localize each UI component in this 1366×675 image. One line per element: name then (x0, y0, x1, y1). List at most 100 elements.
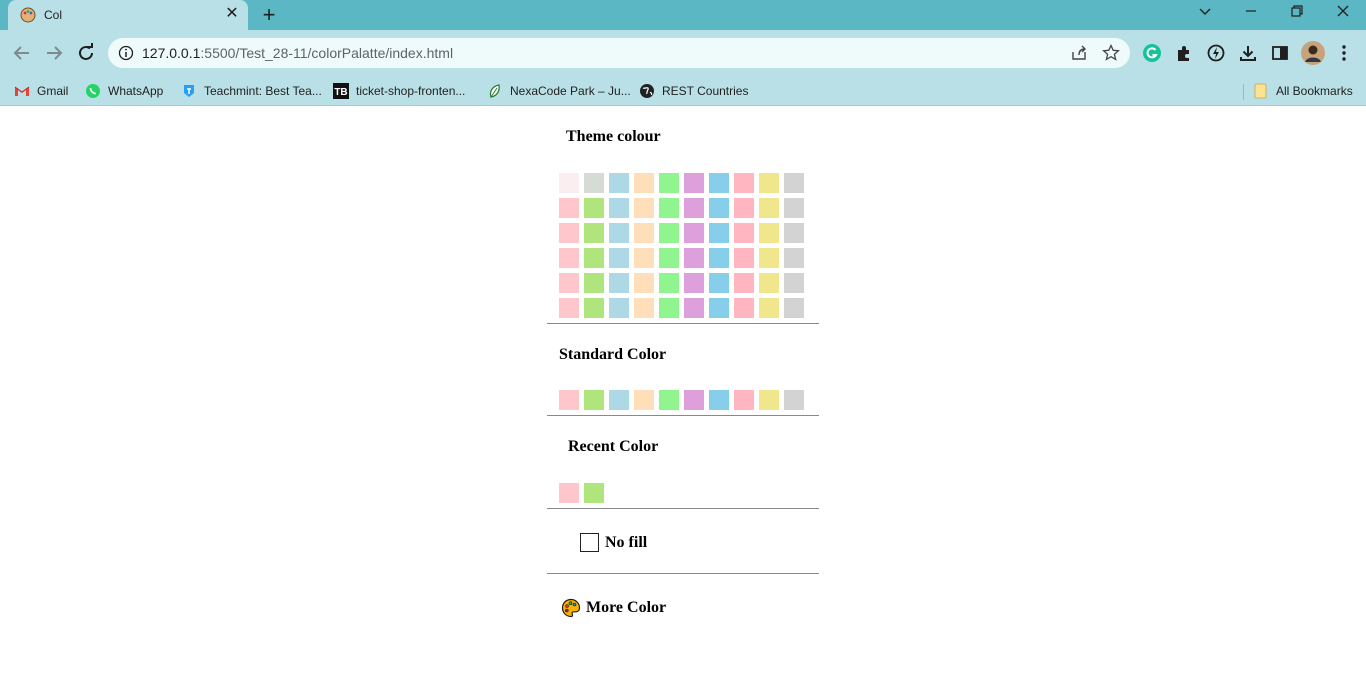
theme-color-swatch[interactable] (709, 298, 729, 318)
bookmark-nexacode[interactable]: NexaCode Park – Ju... (487, 81, 631, 101)
profile-avatar-icon[interactable] (1301, 41, 1325, 65)
theme-color-swatch[interactable] (584, 273, 604, 293)
url-text[interactable]: 127.0.0.1:5500/Test_28-11/colorPalatte/i… (142, 45, 453, 61)
extension-bolt-icon[interactable] (1206, 43, 1226, 63)
standard-color-swatch[interactable] (584, 390, 604, 410)
recent-color-swatch[interactable] (559, 483, 579, 503)
recent-color-swatch[interactable] (584, 483, 604, 503)
theme-color-swatch[interactable] (784, 273, 804, 293)
theme-color-swatch[interactable] (659, 248, 679, 268)
standard-color-swatch[interactable] (759, 390, 779, 410)
theme-color-swatch[interactable] (684, 273, 704, 293)
theme-color-swatch[interactable] (559, 173, 579, 193)
theme-color-swatch[interactable] (709, 223, 729, 243)
theme-color-swatch[interactable] (634, 298, 654, 318)
theme-color-swatch[interactable] (559, 198, 579, 218)
browser-tab[interactable]: Col ✕ (8, 0, 248, 30)
forward-icon[interactable] (43, 42, 65, 64)
theme-color-swatch[interactable] (609, 198, 629, 218)
theme-color-swatch[interactable] (609, 223, 629, 243)
bookmark-rest-countries[interactable]: REST Countries (639, 81, 748, 101)
theme-color-swatch[interactable] (609, 298, 629, 318)
theme-color-swatch[interactable] (709, 173, 729, 193)
standard-color-swatch[interactable] (634, 390, 654, 410)
theme-color-swatch[interactable] (634, 198, 654, 218)
bookmark-ticket-shop[interactable]: TB ticket-shop-fronten... (333, 81, 465, 101)
theme-color-swatch[interactable] (709, 273, 729, 293)
more-color-button[interactable]: More Color (586, 599, 666, 617)
theme-color-swatch[interactable] (784, 198, 804, 218)
theme-color-swatch[interactable] (659, 173, 679, 193)
theme-color-swatch[interactable] (584, 298, 604, 318)
theme-color-swatch[interactable] (784, 223, 804, 243)
theme-color-swatch[interactable] (759, 173, 779, 193)
theme-color-swatch[interactable] (659, 298, 679, 318)
bookmark-gmail[interactable]: Gmail (14, 81, 68, 101)
tab-search-icon[interactable] (1193, 4, 1217, 24)
theme-color-swatch[interactable] (634, 223, 654, 243)
theme-color-swatch[interactable] (634, 273, 654, 293)
close-tab-icon[interactable]: ✕ (224, 6, 240, 22)
theme-color-swatch[interactable] (734, 223, 754, 243)
restore-icon[interactable] (1285, 4, 1309, 24)
theme-color-swatch[interactable] (784, 173, 804, 193)
no-fill-checkbox[interactable] (580, 533, 599, 552)
theme-color-swatch[interactable] (734, 198, 754, 218)
theme-color-swatch[interactable] (759, 298, 779, 318)
theme-color-swatch[interactable] (759, 273, 779, 293)
standard-color-swatch[interactable] (734, 390, 754, 410)
theme-color-swatch[interactable] (659, 198, 679, 218)
theme-color-swatch[interactable] (659, 223, 679, 243)
theme-color-swatch[interactable] (759, 223, 779, 243)
bookmark-star-icon[interactable] (1102, 44, 1120, 62)
all-bookmarks[interactable]: All Bookmarks (1253, 81, 1353, 101)
theme-color-swatch[interactable] (684, 298, 704, 318)
reload-icon[interactable] (75, 42, 97, 64)
theme-color-swatch[interactable] (559, 248, 579, 268)
theme-color-swatch[interactable] (684, 223, 704, 243)
theme-color-swatch[interactable] (609, 273, 629, 293)
address-bar[interactable]: 127.0.0.1:5500/Test_28-11/colorPalatte/i… (108, 38, 1130, 68)
theme-color-swatch[interactable] (759, 248, 779, 268)
theme-color-swatch[interactable] (584, 223, 604, 243)
extensions-puzzle-icon[interactable] (1174, 43, 1194, 63)
standard-color-swatch[interactable] (709, 390, 729, 410)
site-info-icon[interactable] (118, 45, 134, 61)
bookmark-teachmint[interactable]: Teachmint: Best Tea... (181, 81, 322, 101)
share-icon[interactable] (1070, 44, 1088, 62)
theme-color-swatch[interactable] (709, 198, 729, 218)
standard-color-swatch[interactable] (784, 390, 804, 410)
recent-color-swatch[interactable] (609, 483, 629, 503)
theme-color-swatch[interactable] (659, 273, 679, 293)
theme-color-swatch[interactable] (709, 248, 729, 268)
theme-color-swatch[interactable] (734, 173, 754, 193)
theme-color-swatch[interactable] (584, 173, 604, 193)
standard-color-swatch[interactable] (609, 390, 629, 410)
theme-color-swatch[interactable] (559, 298, 579, 318)
theme-color-swatch[interactable] (609, 173, 629, 193)
theme-color-swatch[interactable] (609, 248, 629, 268)
side-panel-icon[interactable] (1270, 43, 1290, 63)
close-window-icon[interactable] (1331, 4, 1355, 24)
standard-color-swatch[interactable] (659, 390, 679, 410)
bookmark-whatsapp[interactable]: WhatsApp (85, 81, 163, 101)
minimize-icon[interactable] (1239, 4, 1263, 24)
palette-icon[interactable] (561, 598, 581, 618)
theme-color-swatch[interactable] (559, 223, 579, 243)
download-icon[interactable] (1238, 43, 1258, 63)
theme-color-swatch[interactable] (559, 273, 579, 293)
back-icon[interactable] (11, 42, 33, 64)
theme-color-swatch[interactable] (634, 173, 654, 193)
theme-color-swatch[interactable] (684, 198, 704, 218)
theme-color-swatch[interactable] (684, 173, 704, 193)
grammarly-icon[interactable] (1142, 43, 1162, 63)
theme-color-swatch[interactable] (734, 298, 754, 318)
theme-color-swatch[interactable] (759, 198, 779, 218)
theme-color-swatch[interactable] (684, 248, 704, 268)
standard-color-swatch[interactable] (559, 390, 579, 410)
no-fill-label[interactable]: No fill (605, 534, 647, 552)
theme-color-swatch[interactable] (634, 248, 654, 268)
theme-color-swatch[interactable] (584, 248, 604, 268)
new-tab-icon[interactable]: + (258, 4, 280, 26)
theme-color-swatch[interactable] (584, 198, 604, 218)
